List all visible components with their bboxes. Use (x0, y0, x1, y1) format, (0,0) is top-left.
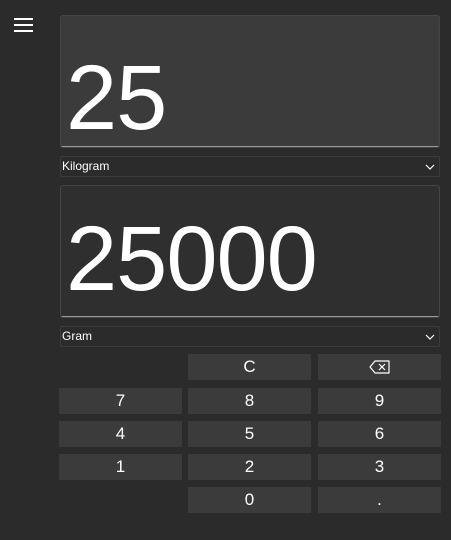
digit-8-button[interactable]: 8 (188, 388, 311, 414)
menu-line (13, 24, 33, 26)
input-value-field[interactable]: 25 (60, 15, 440, 148)
output-value-field[interactable]: 25000 (60, 185, 440, 318)
input-value-text: 25 (66, 47, 167, 148)
from-unit-dropdown[interactable]: Kilogram (60, 156, 440, 177)
digit-5-button[interactable]: 5 (188, 421, 311, 447)
digit-7-button[interactable]: 7 (59, 388, 182, 414)
digit-2-button[interactable]: 2 (188, 454, 311, 480)
menu-line (13, 18, 33, 20)
input-underline (61, 146, 439, 147)
chevron-down-icon (425, 164, 435, 170)
decimal-button[interactable]: . (318, 487, 441, 513)
to-unit-dropdown[interactable]: Gram (60, 326, 440, 347)
output-value-text: 25000 (66, 208, 318, 310)
digit-9-button[interactable]: 9 (318, 388, 441, 414)
menu-line (13, 30, 33, 32)
chevron-down-icon (425, 334, 435, 340)
output-underline (61, 316, 439, 317)
digit-0-button[interactable]: 0 (188, 487, 311, 513)
from-unit-label: Kilogram (62, 159, 110, 173)
hamburger-menu-icon[interactable] (8, 11, 38, 39)
digit-3-button[interactable]: 3 (318, 454, 441, 480)
digit-4-button[interactable]: 4 (59, 421, 182, 447)
clear-button[interactable]: C (188, 354, 311, 380)
unit-converter-app: 25 Kilogram 25000 Gram C 7 8 9 4 5 6 1 2… (0, 0, 451, 540)
digit-1-button[interactable]: 1 (59, 454, 182, 480)
backspace-button[interactable] (318, 354, 441, 380)
digit-6-button[interactable]: 6 (318, 421, 441, 447)
backspace-icon (368, 360, 390, 374)
to-unit-label: Gram (62, 329, 92, 343)
